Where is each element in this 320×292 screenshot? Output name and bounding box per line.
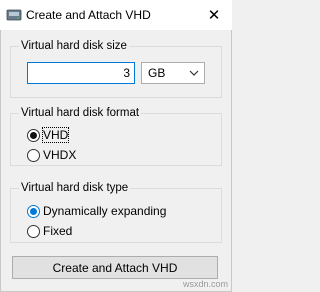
radio-vhd-circle[interactable] [27, 128, 40, 142]
window-border-left [0, 30, 1, 292]
radio-dynamic-circle[interactable] [27, 204, 40, 218]
radio-vhdx-circle[interactable] [27, 148, 40, 162]
size-input[interactable]: 3 [27, 62, 135, 84]
size-group-legend: Virtual hard disk size [19, 40, 129, 53]
format-group-legend: Virtual hard disk format [19, 107, 142, 120]
chevron-down-icon [189, 70, 199, 76]
radio-dynamic-label[interactable]: Dynamically expanding [43, 204, 166, 218]
type-group-legend: Virtual hard disk type [19, 182, 131, 195]
type-group: Virtual hard disk type Dynamically expan… [10, 182, 222, 243]
close-icon: ✕ [207, 7, 221, 24]
window-border-right [231, 30, 232, 292]
radio-dynamically-expanding[interactable]: Dynamically expanding [27, 203, 166, 219]
window-title: Create and Attach VHD [26, 8, 151, 22]
vhd-disk-icon [6, 9, 22, 21]
unit-selected-value: GB [148, 66, 166, 80]
create-button-label: Create and Attach VHD [52, 260, 178, 275]
format-group: Virtual hard disk format VHD VHDX [10, 107, 222, 166]
radio-fixed-circle[interactable] [27, 224, 40, 238]
radio-fixed[interactable]: Fixed [27, 223, 72, 239]
create-and-attach-button[interactable]: Create and Attach VHD [12, 256, 218, 279]
radio-vhdx[interactable]: VHDX [27, 147, 76, 163]
unit-dropdown[interactable]: GB [141, 62, 205, 84]
radio-vhd-label[interactable]: VHD [41, 127, 70, 143]
close-button[interactable]: ✕ [196, 0, 232, 30]
title-bar: Create and Attach VHD ✕ [0, 0, 232, 30]
watermark: wsxdn.com [182, 279, 228, 289]
radio-vhdx-label[interactable]: VHDX [43, 148, 76, 162]
radio-fixed-label[interactable]: Fixed [43, 224, 72, 238]
radio-vhd[interactable]: VHD [27, 127, 70, 143]
size-group: Virtual hard disk size 3 GB [10, 40, 222, 98]
